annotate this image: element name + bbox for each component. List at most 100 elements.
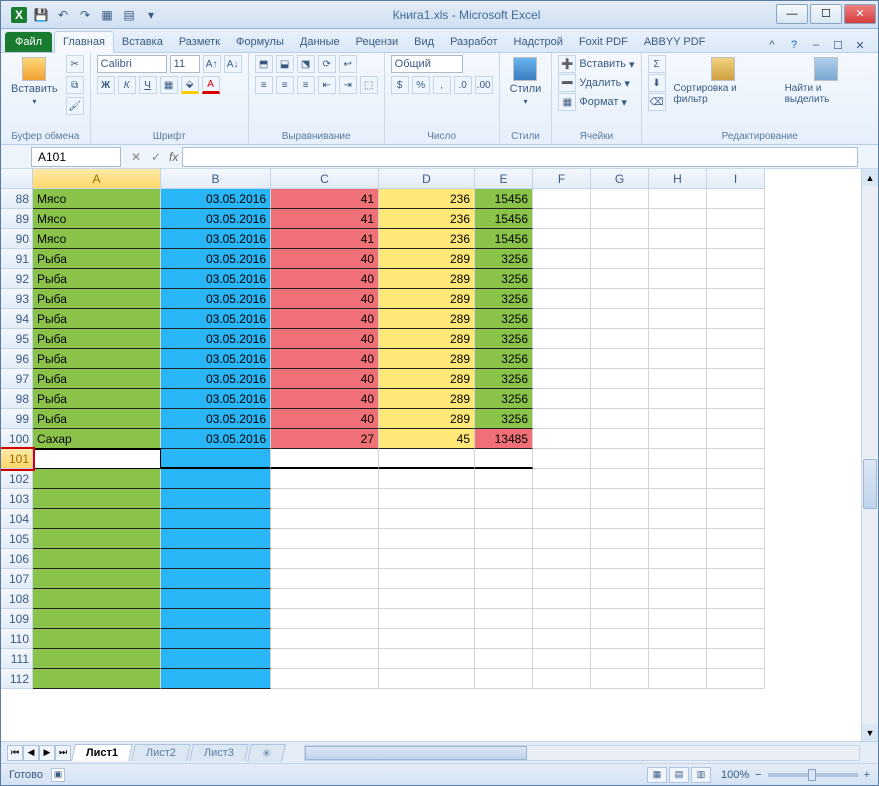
cell-B93[interactable]: 03.05.2016 [161, 289, 271, 309]
row-header-90[interactable]: 90 [1, 229, 33, 249]
qat-dropdown-icon[interactable]: ▾ [143, 7, 159, 23]
sheet-nav-prev-icon[interactable]: ◀ [23, 745, 39, 761]
cell-B96[interactable]: 03.05.2016 [161, 349, 271, 369]
cell-C90[interactable]: 41 [271, 229, 379, 249]
cell-A107[interactable] [33, 569, 161, 589]
clear-icon[interactable]: ⌫ [648, 93, 666, 111]
cell-I104[interactable] [707, 509, 765, 529]
cell-B90[interactable]: 03.05.2016 [161, 229, 271, 249]
row-header-95[interactable]: 95 [1, 329, 33, 349]
cell-E109[interactable] [475, 609, 533, 629]
cell-F107[interactable] [533, 569, 591, 589]
cell-A99[interactable]: Рыба [33, 409, 161, 429]
cell-F94[interactable] [533, 309, 591, 329]
tab-review[interactable]: Рецензи [348, 32, 407, 52]
tab-foxit[interactable]: Foxit PDF [571, 32, 636, 52]
cell-G98[interactable] [591, 389, 649, 409]
cell-E105[interactable] [475, 529, 533, 549]
cell-H101[interactable] [649, 449, 707, 469]
cell-F106[interactable] [533, 549, 591, 569]
row-header-94[interactable]: 94 [1, 309, 33, 329]
cell-F97[interactable] [533, 369, 591, 389]
cell-G110[interactable] [591, 629, 649, 649]
name-box[interactable]: A101 [31, 147, 121, 167]
cell-I91[interactable] [707, 249, 765, 269]
doc-close-icon[interactable]: ✕ [852, 39, 868, 52]
cell-C94[interactable]: 40 [271, 309, 379, 329]
cell-A96[interactable]: Рыба [33, 349, 161, 369]
cell-A106[interactable] [33, 549, 161, 569]
cell-C101[interactable] [271, 449, 379, 469]
tab-developer[interactable]: Разработ [442, 32, 505, 52]
cell-E93[interactable]: 3256 [475, 289, 533, 309]
cell-E108[interactable] [475, 589, 533, 609]
cell-A102[interactable] [33, 469, 161, 489]
cell-D105[interactable] [379, 529, 475, 549]
col-header-F[interactable]: F [533, 169, 591, 189]
cell-G108[interactable] [591, 589, 649, 609]
cell-D91[interactable]: 289 [379, 249, 475, 269]
cell-F104[interactable] [533, 509, 591, 529]
cell-H98[interactable] [649, 389, 707, 409]
cell-E100[interactable]: 13485 [475, 429, 533, 449]
cell-F110[interactable] [533, 629, 591, 649]
cell-A92[interactable]: Рыба [33, 269, 161, 289]
cell-D110[interactable] [379, 629, 475, 649]
doc-min-icon[interactable]: – [808, 39, 824, 52]
row-header-111[interactable]: 111 [1, 649, 33, 669]
cell-H109[interactable] [649, 609, 707, 629]
cell-F103[interactable] [533, 489, 591, 509]
grow-font-icon[interactable]: A↑ [203, 55, 221, 73]
number-format-input[interactable]: Общий [391, 55, 463, 73]
cell-C91[interactable]: 40 [271, 249, 379, 269]
underline-button[interactable]: Ч [139, 76, 157, 94]
cell-D96[interactable]: 289 [379, 349, 475, 369]
cell-E98[interactable]: 3256 [475, 389, 533, 409]
scroll-down-icon[interactable]: ▼ [862, 724, 878, 741]
border-icon[interactable]: ▦ [160, 76, 178, 94]
cell-D99[interactable]: 289 [379, 409, 475, 429]
cell-A104[interactable] [33, 509, 161, 529]
cell-C109[interactable] [271, 609, 379, 629]
cell-F108[interactable] [533, 589, 591, 609]
cell-D88[interactable]: 236 [379, 189, 475, 209]
cell-A108[interactable] [33, 589, 161, 609]
cell-G107[interactable] [591, 569, 649, 589]
cell-G90[interactable] [591, 229, 649, 249]
cell-B101[interactable] [161, 449, 271, 469]
cell-D101[interactable] [379, 449, 475, 469]
sheet-nav-next-icon[interactable]: ▶ [39, 745, 55, 761]
cell-C95[interactable]: 40 [271, 329, 379, 349]
cell-I98[interactable] [707, 389, 765, 409]
cell-B106[interactable] [161, 549, 271, 569]
cell-F93[interactable] [533, 289, 591, 309]
sheet-nav-first-icon[interactable]: ⏮ [7, 745, 23, 761]
page-break-view-icon[interactable]: ▥ [691, 767, 711, 783]
cell-G92[interactable] [591, 269, 649, 289]
qat-icon[interactable]: ▦ [99, 7, 115, 23]
cell-E111[interactable] [475, 649, 533, 669]
cell-I88[interactable] [707, 189, 765, 209]
cell-I93[interactable] [707, 289, 765, 309]
cell-D93[interactable]: 289 [379, 289, 475, 309]
cell-G99[interactable] [591, 409, 649, 429]
row-header-108[interactable]: 108 [1, 589, 33, 609]
sheet-tab-2[interactable]: Лист2 [131, 744, 191, 761]
enter-formula-icon[interactable]: ✓ [147, 150, 165, 164]
cell-H106[interactable] [649, 549, 707, 569]
font-size-input[interactable]: 11 [170, 55, 200, 73]
cell-G94[interactable] [591, 309, 649, 329]
cancel-formula-icon[interactable]: ✕ [127, 150, 145, 164]
cell-E94[interactable]: 3256 [475, 309, 533, 329]
cell-H96[interactable] [649, 349, 707, 369]
bold-button[interactable]: Ж [97, 76, 115, 94]
col-header-G[interactable]: G [591, 169, 649, 189]
row-header-103[interactable]: 103 [1, 489, 33, 509]
cell-C100[interactable]: 27 [271, 429, 379, 449]
cell-F88[interactable] [533, 189, 591, 209]
comma-icon[interactable]: , [433, 76, 451, 94]
cell-A93[interactable]: Рыба [33, 289, 161, 309]
cell-H99[interactable] [649, 409, 707, 429]
cell-E112[interactable] [475, 669, 533, 689]
format-cells-button[interactable]: ▦Формат ▾ [558, 93, 634, 111]
